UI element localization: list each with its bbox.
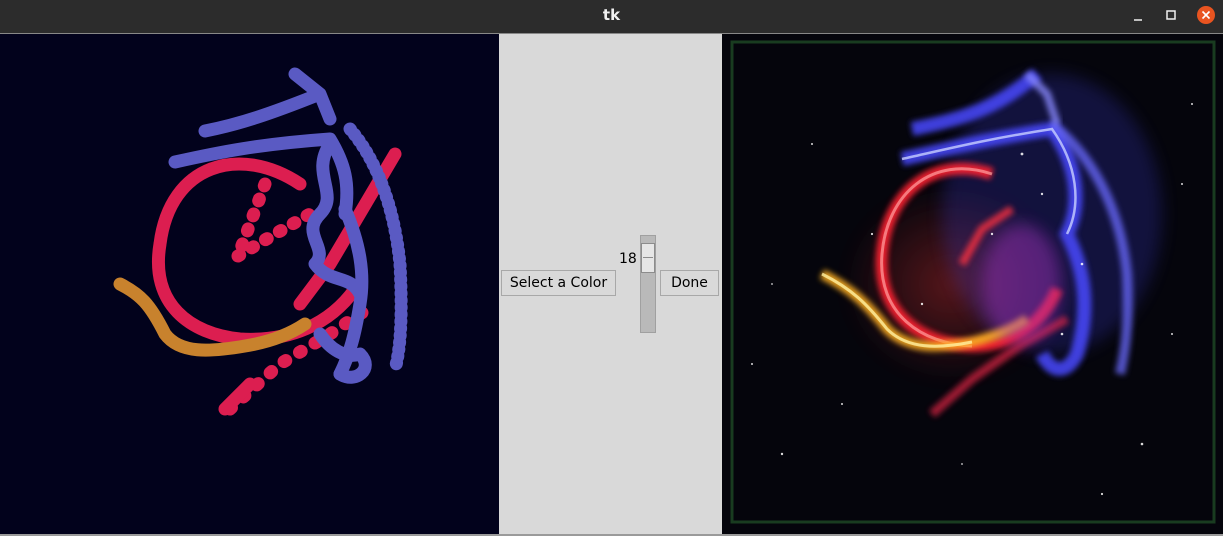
- brush-size-value: 18: [619, 251, 637, 267]
- red-stroke-tail: [218, 377, 257, 416]
- title-bar: tk: [0, 0, 1223, 33]
- generated-image: [722, 34, 1223, 534]
- close-icon[interactable]: [1197, 6, 1215, 24]
- blue-stroke-top: [198, 67, 337, 138]
- select-color-button[interactable]: Select a Color: [501, 270, 616, 296]
- minimize-icon[interactable]: [1130, 7, 1148, 25]
- done-button[interactable]: Done: [660, 270, 719, 296]
- maximize-icon[interactable]: [1163, 7, 1181, 25]
- window-title: tk: [602, 6, 621, 24]
- brush-size-slider-handle[interactable]: [641, 243, 655, 273]
- control-panel: Select a Color 18 Done: [499, 34, 722, 534]
- drawing-canvas[interactable]: [0, 34, 499, 534]
